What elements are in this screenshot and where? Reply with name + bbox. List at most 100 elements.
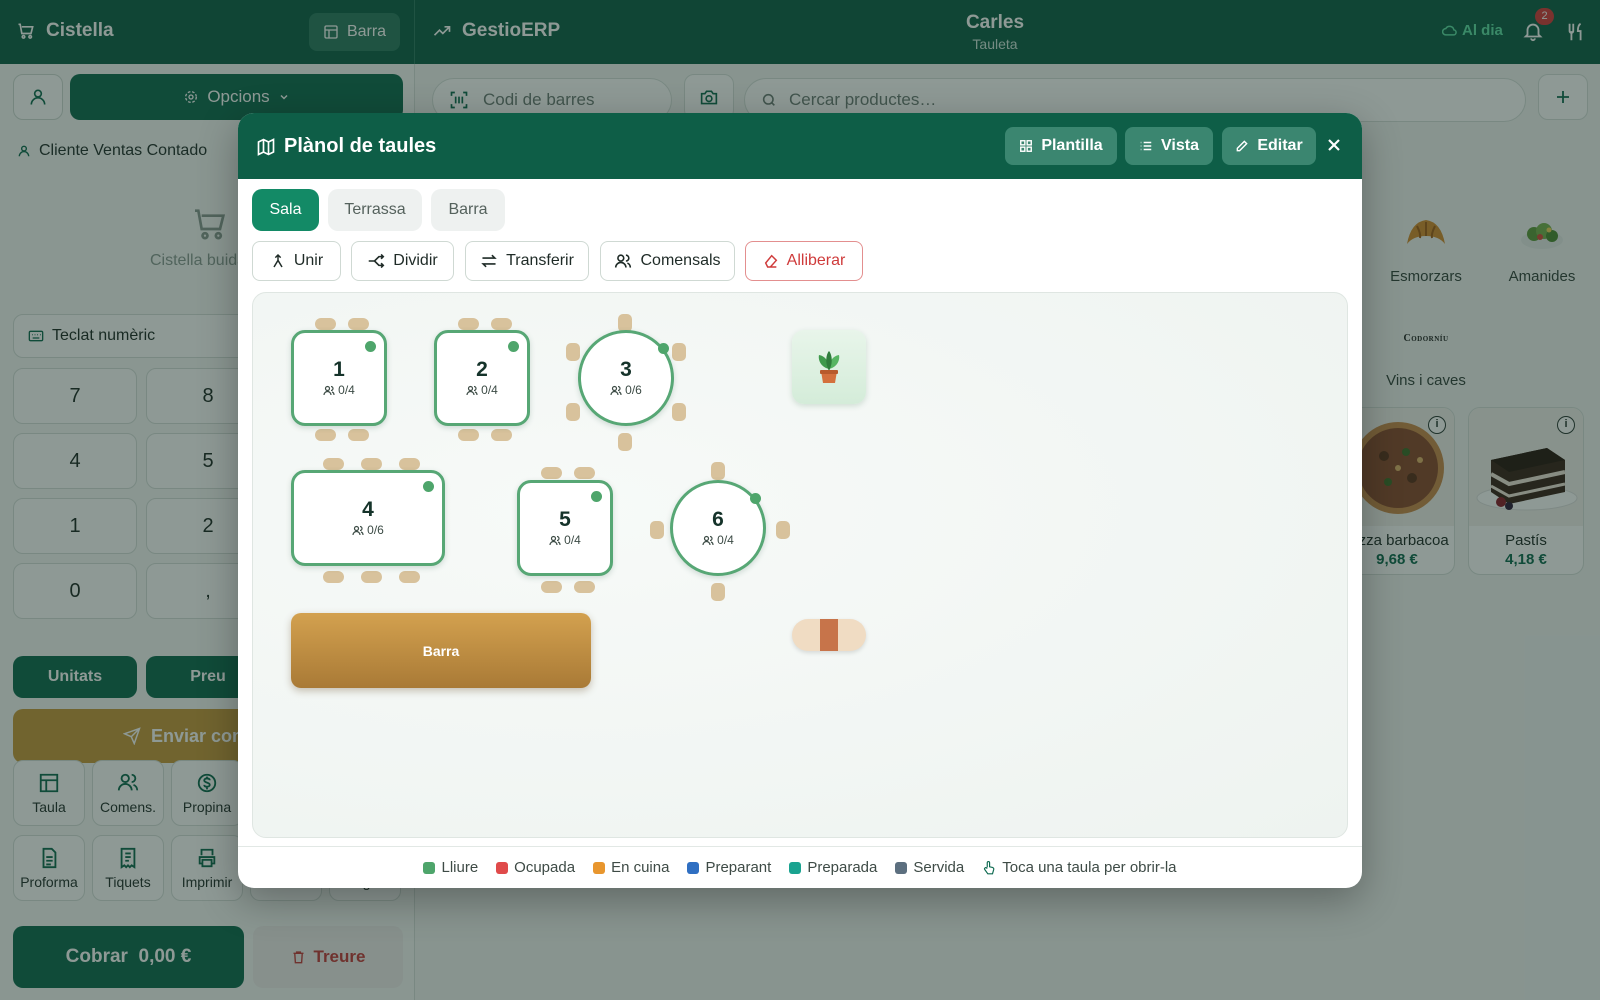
- chair: [361, 571, 382, 583]
- split-table-button[interactable]: Dividir: [351, 241, 454, 281]
- chair: [574, 581, 595, 593]
- chair: [566, 403, 580, 421]
- legend-en-cuina: En cuina: [593, 859, 669, 876]
- status-dot: [591, 491, 602, 502]
- chair: [315, 429, 336, 441]
- legend-lliure: Lliure: [423, 859, 478, 876]
- map-icon: [256, 137, 276, 157]
- table-number: 4: [362, 498, 374, 522]
- split-label: Dividir: [393, 252, 438, 269]
- transfer-button[interactable]: Transferir: [465, 241, 589, 281]
- pos-app: Cistella Barra GestioERP Carles Tauleta …: [0, 0, 1600, 1000]
- legend-servida: Servida: [895, 859, 964, 876]
- table-seats: 0/4: [294, 383, 384, 397]
- tab-terrassa[interactable]: Terrassa: [328, 189, 422, 231]
- chair: [491, 429, 512, 441]
- list-icon: [1139, 139, 1153, 153]
- legend-hint: Toca una taula per obrir-la: [982, 859, 1177, 876]
- table-seats: 0/6: [581, 383, 671, 397]
- modal-header: Plànol de taules Plantilla Vista Editar: [238, 113, 1362, 179]
- join-tables-button[interactable]: Unir: [252, 241, 341, 281]
- door-element: [792, 619, 866, 651]
- legend-hint-text: Toca una taula per obrir-la: [1002, 859, 1177, 876]
- legend-label: En cuina: [611, 859, 670, 876]
- users-icon: [549, 535, 561, 546]
- table-seats: 0/4: [437, 383, 527, 397]
- legend-swatch: [789, 861, 802, 874]
- join-label: Unir: [293, 252, 324, 269]
- split-icon: [367, 253, 385, 269]
- close-button[interactable]: [1324, 135, 1344, 155]
- edit-button[interactable]: Editar: [1222, 127, 1316, 165]
- chair: [574, 467, 595, 479]
- edit-label: Editar: [1257, 137, 1303, 154]
- table-seats-text: 0/6: [367, 523, 384, 538]
- legend-swatch: [593, 861, 606, 874]
- merge-icon: [270, 253, 286, 269]
- table-5[interactable]: 5 0/4: [517, 480, 613, 576]
- table-3[interactable]: 3 0/6: [578, 330, 674, 426]
- table-6[interactable]: 6 0/4: [670, 480, 766, 576]
- chair: [399, 458, 420, 470]
- table-1[interactable]: 1 0/4: [291, 330, 387, 426]
- legend-swatch: [687, 861, 700, 874]
- chair: [323, 571, 344, 583]
- table-4[interactable]: 4 0/6: [291, 470, 445, 566]
- grid-icon: [1019, 139, 1033, 153]
- users-icon: [610, 385, 622, 396]
- diners-button[interactable]: Comensals: [600, 241, 735, 281]
- table-seats-text: 0/4: [564, 533, 581, 548]
- table-seats-text: 0/4: [481, 383, 498, 398]
- table-number: 6: [712, 508, 724, 532]
- legend-items: Lliure Ocupada En cuina Preparant Preparada S…: [423, 859, 964, 876]
- table-number: 1: [333, 358, 345, 382]
- chair: [711, 462, 725, 480]
- floor-plan-modal: Plànol de taules Plantilla Vista Editar …: [238, 113, 1362, 888]
- table-number: 5: [559, 508, 571, 532]
- close-icon: [1324, 135, 1344, 155]
- release-table-button[interactable]: Alliberar: [745, 241, 863, 281]
- legend-preparada: Preparada: [789, 859, 877, 876]
- status-dot: [749, 492, 761, 504]
- chair: [315, 318, 336, 330]
- users-icon: [352, 525, 364, 536]
- chair: [458, 318, 479, 330]
- chair: [541, 467, 562, 479]
- pencil-icon: [1235, 139, 1249, 153]
- legend-label: Ocupada: [514, 859, 576, 876]
- chair: [672, 343, 686, 361]
- table-number: 2: [476, 358, 488, 382]
- status-dot: [508, 341, 519, 352]
- chair: [618, 433, 632, 451]
- status-dot: [365, 341, 376, 352]
- table-seats-text: 0/6: [625, 383, 642, 398]
- view-button[interactable]: Vista: [1125, 127, 1213, 165]
- chair: [491, 318, 512, 330]
- legend-label: Preparant: [705, 859, 772, 876]
- legend-label: Servida: [913, 859, 965, 876]
- template-button[interactable]: Plantilla: [1005, 127, 1117, 165]
- legend-preparant: Preparant: [687, 859, 771, 876]
- table-number: 3: [620, 358, 632, 382]
- chair: [399, 571, 420, 583]
- modal-title-text: Plànol de taules: [284, 135, 437, 157]
- bar-counter[interactable]: Barra: [291, 613, 591, 688]
- table-seats-text: 0/4: [717, 533, 734, 548]
- template-label: Plantilla: [1041, 137, 1103, 154]
- table-2[interactable]: 2 0/4: [434, 330, 530, 426]
- users-icon: [702, 535, 714, 546]
- status-legend: Lliure Ocupada En cuina Preparant Preparada S…: [238, 846, 1362, 888]
- tab-sala[interactable]: Sala: [252, 189, 319, 231]
- tab-barra[interactable]: Barra: [431, 189, 505, 231]
- legend-label: Lliure: [441, 859, 479, 876]
- chair: [348, 318, 369, 330]
- floor-plan-canvas: 1 0/4 2 0/4 3 0/6 4 0/6 5 0/4 6 0/4 Barra: [252, 292, 1348, 838]
- legend-swatch: [895, 861, 908, 874]
- chair: [650, 521, 664, 539]
- chair: [672, 403, 686, 421]
- plant-decoration: [792, 330, 866, 404]
- diners-label: Comensals: [640, 252, 721, 269]
- chair: [348, 429, 369, 441]
- legend-swatch: [423, 861, 436, 874]
- chair: [566, 343, 580, 361]
